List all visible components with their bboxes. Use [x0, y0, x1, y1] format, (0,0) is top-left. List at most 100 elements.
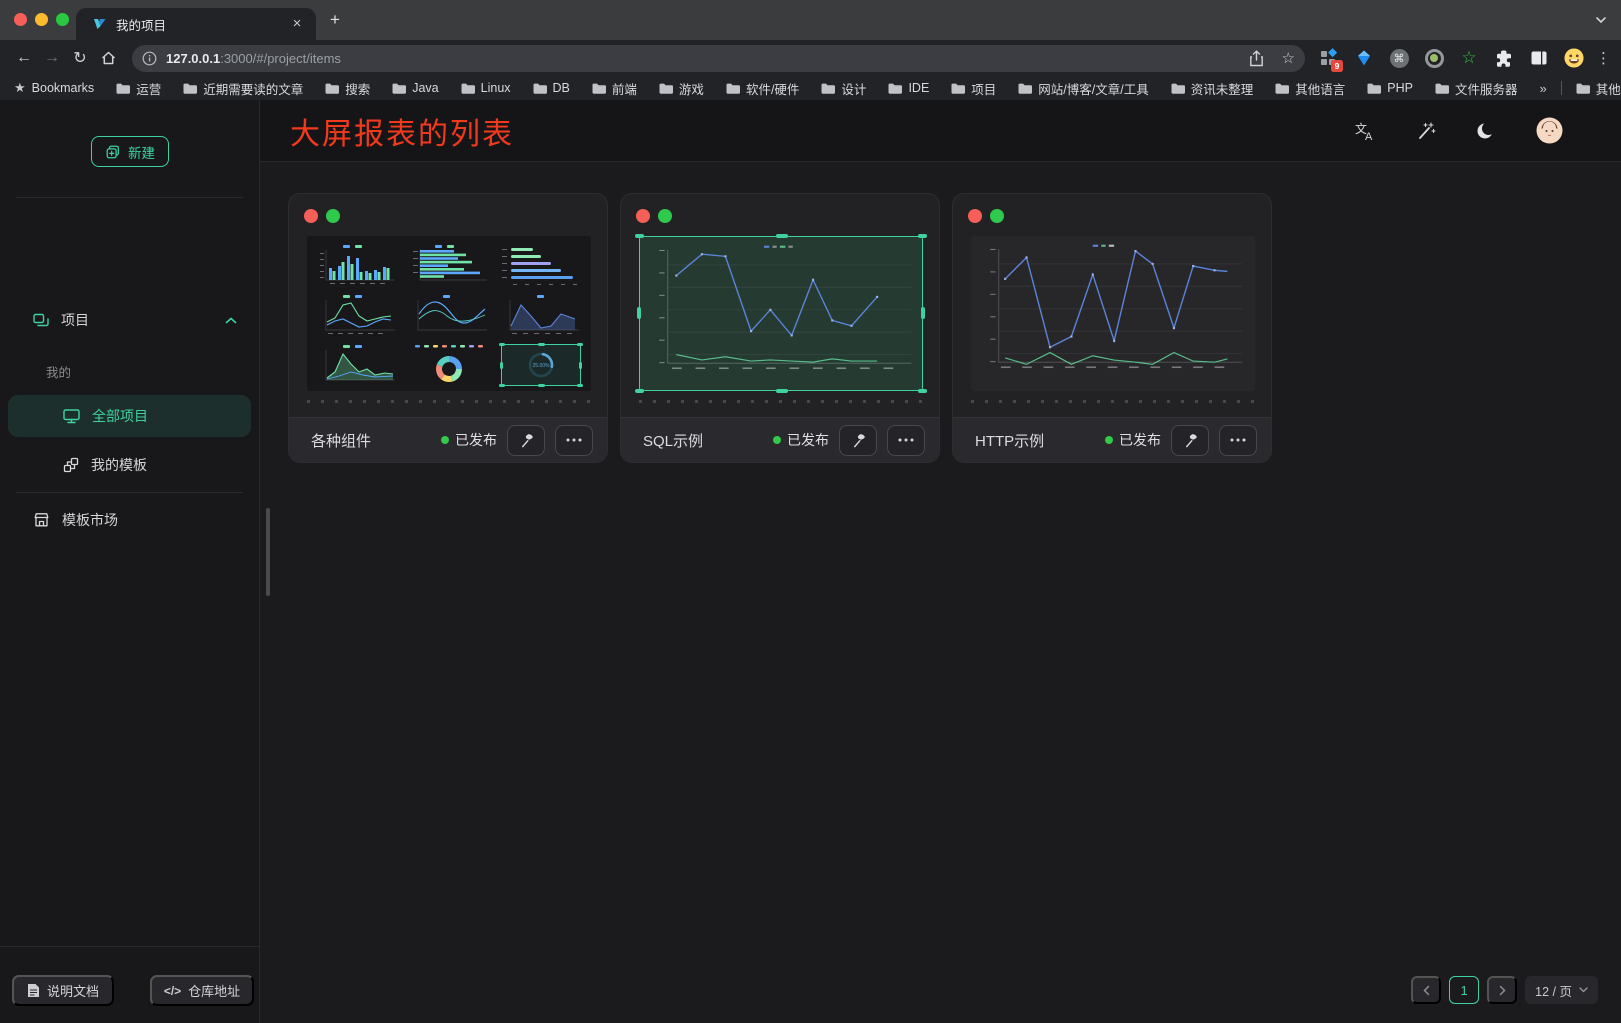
bookmark-folder[interactable]: IDE [888, 79, 929, 98]
bookmark-folder[interactable]: 软件/硬件 [726, 79, 799, 98]
repo-button-label: 仓库地址 [188, 981, 240, 1000]
bookmark-folder[interactable]: Java [392, 79, 438, 98]
traffic-light-minimize[interactable] [35, 13, 48, 26]
browser-window: 我的项目 × + ← → ↻ 127.0.0.1:3000/#/project/… [0, 0, 1621, 1023]
extension-grid-icon[interactable]: 9 [1319, 48, 1339, 68]
page-size-value: 12 / 页 [1535, 981, 1572, 1000]
sidebar-footer-divider [0, 946, 259, 947]
language-icon[interactable]: 文 A [1354, 121, 1376, 141]
bookmark-folder-label: 搜索 [345, 79, 370, 98]
sidebar: 新建 项目 我的 全部项目 [0, 100, 260, 1023]
edit-button[interactable] [507, 425, 545, 456]
scrollbar-thumb[interactable] [266, 508, 270, 596]
sidebar-item-all-projects[interactable]: 全部项目 [8, 395, 251, 437]
template-blocks-icon [62, 456, 80, 474]
extension-star-icon[interactable]: ☆ [1459, 48, 1479, 68]
card-name: 各种组件 [311, 430, 371, 451]
bookmarks-overflow-chevrons[interactable]: » [1539, 81, 1546, 96]
bookmark-folder[interactable]: 资讯未整理 [1171, 79, 1254, 98]
bookmark-folder[interactable]: 搜索 [325, 79, 370, 98]
bookmark-folder[interactable]: 项目 [951, 79, 996, 98]
chevron-up-icon[interactable] [225, 317, 237, 324]
status-dot [773, 436, 781, 444]
bookmark-folder[interactable]: DB [533, 79, 570, 98]
extension-gem-icon[interactable] [1354, 48, 1374, 68]
next-page-button[interactable] [1487, 976, 1517, 1004]
prev-page-button[interactable] [1411, 976, 1441, 1004]
reload-icon[interactable]: ↻ [66, 44, 94, 72]
command-glyph: ⌘ [1390, 49, 1409, 68]
panel-glyph [1530, 50, 1548, 66]
more-button[interactable] [887, 425, 925, 456]
folder-icon [592, 83, 606, 94]
profile-avatar[interactable] [1564, 48, 1584, 68]
extension-badge: 9 [1331, 60, 1343, 72]
info-icon[interactable] [142, 51, 157, 66]
share-icon[interactable] [1249, 50, 1264, 67]
new-tab-button[interactable]: + [330, 13, 340, 27]
sidebar-item-my-templates[interactable]: 我的模板 [0, 450, 259, 480]
create-new-button[interactable]: 新建 [91, 136, 169, 167]
bookmark-folder-label: 软件/硬件 [746, 79, 799, 98]
home-icon[interactable] [94, 44, 122, 72]
traffic-light-zoom[interactable] [56, 13, 69, 26]
line-chart-preview [640, 237, 922, 390]
sidebar-section-project[interactable]: 项目 [0, 305, 259, 335]
bookmark-folder-label: 项目 [971, 79, 996, 98]
repo-button[interactable]: </> 仓库地址 [150, 975, 254, 1006]
side-panel-icon[interactable] [1529, 48, 1549, 68]
project-card[interactable]: SQL示例 已发布 [620, 193, 940, 463]
address-bar[interactable]: 127.0.0.1:3000/#/project/items ☆ [132, 45, 1305, 72]
tab-search-chevron-icon[interactable] [1595, 16, 1607, 24]
browser-toolbar: ← → ↻ 127.0.0.1:3000/#/project/items ☆ [0, 40, 1621, 76]
folder-icon [888, 83, 902, 94]
ellipsis-icon [566, 438, 582, 442]
extensions-puzzle-icon[interactable] [1494, 48, 1514, 68]
extension-command-icon[interactable]: ⌘ [1389, 48, 1409, 68]
bookmark-folder-label: 前端 [612, 79, 637, 98]
card-name: HTTP示例 [975, 430, 1044, 451]
status-badge: 已发布 [441, 430, 497, 450]
status-dot [1105, 436, 1113, 444]
bookmark-folder[interactable]: 前端 [592, 79, 637, 98]
docs-button[interactable]: 说明文档 [12, 975, 114, 1006]
project-card[interactable]: 25.00% 各种组件 已发布 [288, 193, 608, 463]
edit-button[interactable] [839, 425, 877, 456]
folder-icon [533, 83, 547, 94]
bookmark-folder-label: 网站/博客/文章/工具 [1038, 79, 1148, 98]
bookmark-folder[interactable]: Linux [461, 79, 511, 98]
card-footer: HTTP示例 已发布 [953, 417, 1271, 462]
more-button[interactable] [555, 425, 593, 456]
mini-smooth-line-chart [407, 292, 491, 338]
back-icon[interactable]: ← [10, 44, 38, 72]
other-bookmarks-folder[interactable]: 其他书签 [1576, 79, 1621, 98]
project-card[interactable]: HTTP示例 已发布 [952, 193, 1272, 463]
bookmark-folder[interactable]: 运营 [116, 79, 161, 98]
magic-wand-icon[interactable] [1416, 121, 1436, 141]
edit-button[interactable] [1171, 425, 1209, 456]
bookmark-folder[interactable]: 其他语言 [1275, 79, 1345, 98]
bookmark-folder[interactable]: 游戏 [659, 79, 704, 98]
bookmark-folder[interactable]: 网站/博客/文章/工具 [1018, 79, 1148, 98]
dark-mode-moon-icon[interactable] [1476, 121, 1496, 141]
bookmark-folder[interactable]: PHP [1367, 79, 1413, 98]
more-button[interactable] [1219, 425, 1257, 456]
bookmark-folder[interactable]: 近期需要读的文章 [183, 79, 303, 98]
bookmark-star-icon[interactable]: ☆ [1282, 49, 1295, 67]
page-size-select[interactable]: 12 / 页 [1525, 976, 1598, 1004]
bookmark-folder[interactable]: 文件服务器 [1435, 79, 1518, 98]
traffic-light-close[interactable] [14, 13, 27, 26]
sidebar-item-template-market[interactable]: 模板市场 [0, 505, 259, 535]
pagination: 1 12 / 页 [1411, 976, 1598, 1004]
browser-menu-icon[interactable]: ⋮ [1596, 49, 1611, 67]
folder-icon [183, 83, 197, 94]
mini-line-chart [315, 292, 399, 338]
current-page-button[interactable]: 1 [1449, 976, 1479, 1004]
forward-icon[interactable]: → [38, 44, 66, 72]
extension-record-icon[interactable] [1424, 48, 1444, 68]
user-avatar[interactable] [1536, 117, 1563, 144]
browser-tab[interactable]: 我的项目 × [76, 8, 316, 40]
tab-close-icon[interactable]: × [288, 15, 306, 33]
bookmarks-root[interactable]: ★ Bookmarks [14, 80, 94, 96]
bookmark-folder[interactable]: 设计 [821, 79, 866, 98]
